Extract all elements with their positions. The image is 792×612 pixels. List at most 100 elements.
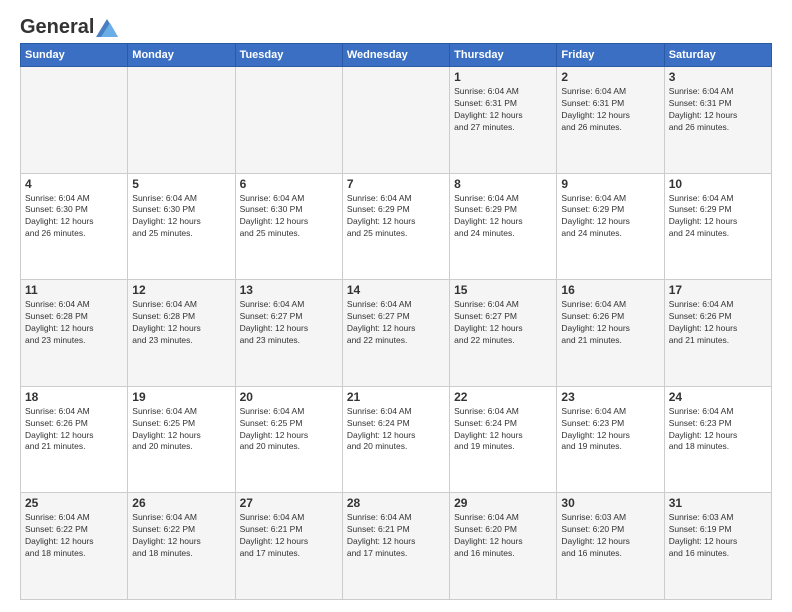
day-number: 22	[454, 390, 552, 404]
day-info: Sunrise: 6:04 AM Sunset: 6:23 PM Dayligh…	[561, 406, 659, 454]
day-info: Sunrise: 6:04 AM Sunset: 6:31 PM Dayligh…	[561, 86, 659, 134]
calendar-cell	[21, 67, 128, 174]
logo-general: General	[20, 16, 94, 39]
page: General SundayMondayTuesdayWednesdayThur…	[0, 0, 792, 612]
day-info: Sunrise: 6:04 AM Sunset: 6:25 PM Dayligh…	[132, 406, 230, 454]
calendar: SundayMondayTuesdayWednesdayThursdayFrid…	[20, 43, 772, 600]
day-info: Sunrise: 6:04 AM Sunset: 6:28 PM Dayligh…	[25, 299, 123, 347]
calendar-cell: 30 Sunrise: 6:03 AM Sunset: 6:20 PM Dayli…	[557, 493, 664, 600]
day-info: Sunrise: 6:04 AM Sunset: 6:27 PM Dayligh…	[240, 299, 338, 347]
calendar-cell: 9 Sunrise: 6:04 AM Sunset: 6:29 PM Daylig…	[557, 173, 664, 280]
day-number: 17	[669, 283, 767, 297]
day-info: Sunrise: 6:04 AM Sunset: 6:22 PM Dayligh…	[132, 512, 230, 560]
calendar-cell: 16 Sunrise: 6:04 AM Sunset: 6:26 PM Dayli…	[557, 280, 664, 387]
day-number: 30	[561, 496, 659, 510]
header-row: SundayMondayTuesdayWednesdayThursdayFrid…	[21, 44, 772, 67]
day-number: 2	[561, 70, 659, 84]
calendar-cell: 2 Sunrise: 6:04 AM Sunset: 6:31 PM Daylig…	[557, 67, 664, 174]
calendar-cell: 12 Sunrise: 6:04 AM Sunset: 6:28 PM Dayli…	[128, 280, 235, 387]
calendar-cell: 15Sunrise: 6:04 AM Sunset: 6:27 PM Dayli…	[450, 280, 557, 387]
day-info: Sunrise: 6:03 AM Sunset: 6:20 PM Dayligh…	[561, 512, 659, 560]
calendar-cell: 28Sunrise: 6:04 AM Sunset: 6:21 PM Dayli…	[342, 493, 449, 600]
day-number: 23	[561, 390, 659, 404]
day-of-week-header: Tuesday	[235, 44, 342, 67]
calendar-header: SundayMondayTuesdayWednesdayThursdayFrid…	[21, 44, 772, 67]
calendar-week-row: 18 Sunrise: 6:04 AM Sunset: 6:26 PM Dayli…	[21, 386, 772, 493]
day-info: Sunrise: 6:04 AM Sunset: 6:29 PM Dayligh…	[561, 193, 659, 241]
day-number: 15	[454, 283, 552, 297]
day-info: Sunrise: 6:04 AM Sunset: 6:26 PM Dayligh…	[25, 406, 123, 454]
day-number: 11	[25, 283, 123, 297]
day-info: Sunrise: 6:04 AM Sunset: 6:23 PM Dayligh…	[669, 406, 767, 454]
day-info: Sunrise: 6:04 AM Sunset: 6:30 PM Dayligh…	[25, 193, 123, 241]
day-info: Sunrise: 6:04 AM Sunset: 6:26 PM Dayligh…	[561, 299, 659, 347]
day-number: 7	[347, 177, 445, 191]
day-info: Sunrise: 6:04 AM Sunset: 6:30 PM Dayligh…	[240, 193, 338, 241]
day-number: 27	[240, 496, 338, 510]
calendar-cell: 5 Sunrise: 6:04 AM Sunset: 6:30 PM Daylig…	[128, 173, 235, 280]
calendar-cell: 29 Sunrise: 6:04 AM Sunset: 6:20 PM Dayli…	[450, 493, 557, 600]
day-info: Sunrise: 6:04 AM Sunset: 6:27 PM Dayligh…	[347, 299, 445, 347]
calendar-cell: 20Sunrise: 6:04 AM Sunset: 6:25 PM Dayli…	[235, 386, 342, 493]
calendar-cell: 11 Sunrise: 6:04 AM Sunset: 6:28 PM Dayli…	[21, 280, 128, 387]
calendar-body: 1 Sunrise: 6:04 AM Sunset: 6:31 PM Daylig…	[21, 67, 772, 600]
day-info: Sunrise: 6:04 AM Sunset: 6:29 PM Dayligh…	[347, 193, 445, 241]
calendar-table: SundayMondayTuesdayWednesdayThursdayFrid…	[20, 43, 772, 600]
day-info: Sunrise: 6:04 AM Sunset: 6:31 PM Dayligh…	[454, 86, 552, 134]
day-info: Sunrise: 6:04 AM Sunset: 6:28 PM Dayligh…	[132, 299, 230, 347]
calendar-cell: 10Sunrise: 6:04 AM Sunset: 6:29 PM Dayli…	[664, 173, 771, 280]
day-number: 16	[561, 283, 659, 297]
day-info: Sunrise: 6:04 AM Sunset: 6:29 PM Dayligh…	[669, 193, 767, 241]
calendar-cell: 4 Sunrise: 6:04 AM Sunset: 6:30 PM Daylig…	[21, 173, 128, 280]
calendar-cell: 26 Sunrise: 6:04 AM Sunset: 6:22 PM Dayli…	[128, 493, 235, 600]
calendar-week-row: 4 Sunrise: 6:04 AM Sunset: 6:30 PM Daylig…	[21, 173, 772, 280]
calendar-cell: 27Sunrise: 6:04 AM Sunset: 6:21 PM Dayli…	[235, 493, 342, 600]
calendar-week-row: 25 Sunrise: 6:04 AM Sunset: 6:22 PM Dayli…	[21, 493, 772, 600]
day-info: Sunrise: 6:04 AM Sunset: 6:29 PM Dayligh…	[454, 193, 552, 241]
day-info: Sunrise: 6:04 AM Sunset: 6:30 PM Dayligh…	[132, 193, 230, 241]
calendar-cell: 18 Sunrise: 6:04 AM Sunset: 6:26 PM Dayli…	[21, 386, 128, 493]
calendar-cell	[128, 67, 235, 174]
day-number: 9	[561, 177, 659, 191]
day-number: 31	[669, 496, 767, 510]
day-number: 14	[347, 283, 445, 297]
day-info: Sunrise: 6:04 AM Sunset: 6:26 PM Dayligh…	[669, 299, 767, 347]
day-number: 4	[25, 177, 123, 191]
calendar-cell: 17 Sunrise: 6:04 AM Sunset: 6:26 PM Dayli…	[664, 280, 771, 387]
day-number: 8	[454, 177, 552, 191]
calendar-cell: 19 Sunrise: 6:04 AM Sunset: 6:25 PM Dayli…	[128, 386, 235, 493]
calendar-cell: 1 Sunrise: 6:04 AM Sunset: 6:31 PM Daylig…	[450, 67, 557, 174]
day-of-week-header: Sunday	[21, 44, 128, 67]
day-number: 28	[347, 496, 445, 510]
day-number: 25	[25, 496, 123, 510]
calendar-week-row: 1 Sunrise: 6:04 AM Sunset: 6:31 PM Daylig…	[21, 67, 772, 174]
day-number: 18	[25, 390, 123, 404]
day-of-week-header: Friday	[557, 44, 664, 67]
day-number: 5	[132, 177, 230, 191]
calendar-cell: 8 Sunrise: 6:04 AM Sunset: 6:29 PM Daylig…	[450, 173, 557, 280]
day-info: Sunrise: 6:04 AM Sunset: 6:22 PM Dayligh…	[25, 512, 123, 560]
calendar-cell: 25 Sunrise: 6:04 AM Sunset: 6:22 PM Dayli…	[21, 493, 128, 600]
logo-icon	[96, 19, 118, 37]
day-info: Sunrise: 6:04 AM Sunset: 6:24 PM Dayligh…	[454, 406, 552, 454]
calendar-cell: 24Sunrise: 6:04 AM Sunset: 6:23 PM Dayli…	[664, 386, 771, 493]
calendar-cell: 6Sunrise: 6:04 AM Sunset: 6:30 PM Daylig…	[235, 173, 342, 280]
day-info: Sunrise: 6:04 AM Sunset: 6:20 PM Dayligh…	[454, 512, 552, 560]
day-number: 1	[454, 70, 552, 84]
day-of-week-header: Wednesday	[342, 44, 449, 67]
logo: General	[20, 16, 118, 35]
calendar-cell: 22 Sunrise: 6:04 AM Sunset: 6:24 PM Dayli…	[450, 386, 557, 493]
header: General	[20, 16, 772, 35]
day-info: Sunrise: 6:04 AM Sunset: 6:25 PM Dayligh…	[240, 406, 338, 454]
calendar-cell: 13Sunrise: 6:04 AM Sunset: 6:27 PM Dayli…	[235, 280, 342, 387]
day-of-week-header: Saturday	[664, 44, 771, 67]
calendar-cell: 23 Sunrise: 6:04 AM Sunset: 6:23 PM Dayli…	[557, 386, 664, 493]
day-number: 12	[132, 283, 230, 297]
day-number: 26	[132, 496, 230, 510]
calendar-cell	[235, 67, 342, 174]
day-number: 29	[454, 496, 552, 510]
day-number: 19	[132, 390, 230, 404]
day-info: Sunrise: 6:03 AM Sunset: 6:19 PM Dayligh…	[669, 512, 767, 560]
calendar-cell	[342, 67, 449, 174]
calendar-cell: 14 Sunrise: 6:04 AM Sunset: 6:27 PM Dayli…	[342, 280, 449, 387]
